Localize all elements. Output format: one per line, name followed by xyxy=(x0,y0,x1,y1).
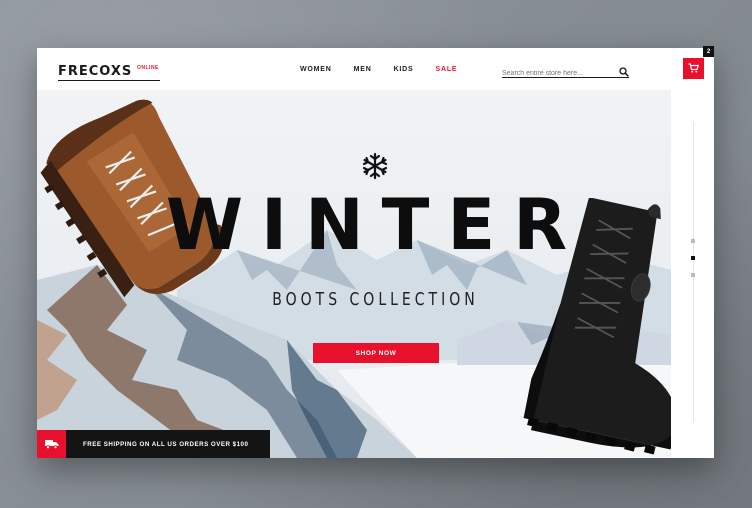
shipping-text: FREE SHIPPING ON ALL US ORDERS OVER $100 xyxy=(83,440,249,448)
slider-track xyxy=(693,122,694,422)
cart-button[interactable] xyxy=(683,58,704,79)
slider-dot-3[interactable] xyxy=(691,273,695,277)
shop-now-button[interactable]: SHOP NOW xyxy=(313,343,439,363)
nav-item-men[interactable]: MEN xyxy=(354,66,372,73)
page-card: FRECOXS ONLINE WOMEN MEN KIDS SALE 2 xyxy=(37,46,714,458)
snowflake-icon xyxy=(361,152,389,180)
search-icon[interactable] xyxy=(619,64,629,77)
search-input[interactable] xyxy=(502,70,610,77)
nav-item-women[interactable]: WOMEN xyxy=(300,66,332,73)
truck-icon xyxy=(37,430,66,458)
nav-item-sale[interactable]: SALE xyxy=(436,66,458,73)
brand-logo[interactable]: FRECOXS xyxy=(58,64,132,79)
hero-subtitle: BOOTS COLLECTION xyxy=(272,290,479,310)
brand-tag: ONLINE xyxy=(137,65,159,71)
main-nav: WOMEN MEN KIDS SALE xyxy=(300,66,479,73)
shipping-banner: FREE SHIPPING ON ALL US ORDERS OVER $100 xyxy=(37,430,270,458)
cart-count-badge: 2 xyxy=(703,46,714,57)
hero-title: WINTER xyxy=(165,184,586,266)
search-box xyxy=(502,62,629,78)
cart-icon xyxy=(688,60,700,78)
nav-item-kids[interactable]: KIDS xyxy=(394,66,414,73)
hero-banner xyxy=(37,90,671,458)
logo-underline xyxy=(58,80,160,81)
